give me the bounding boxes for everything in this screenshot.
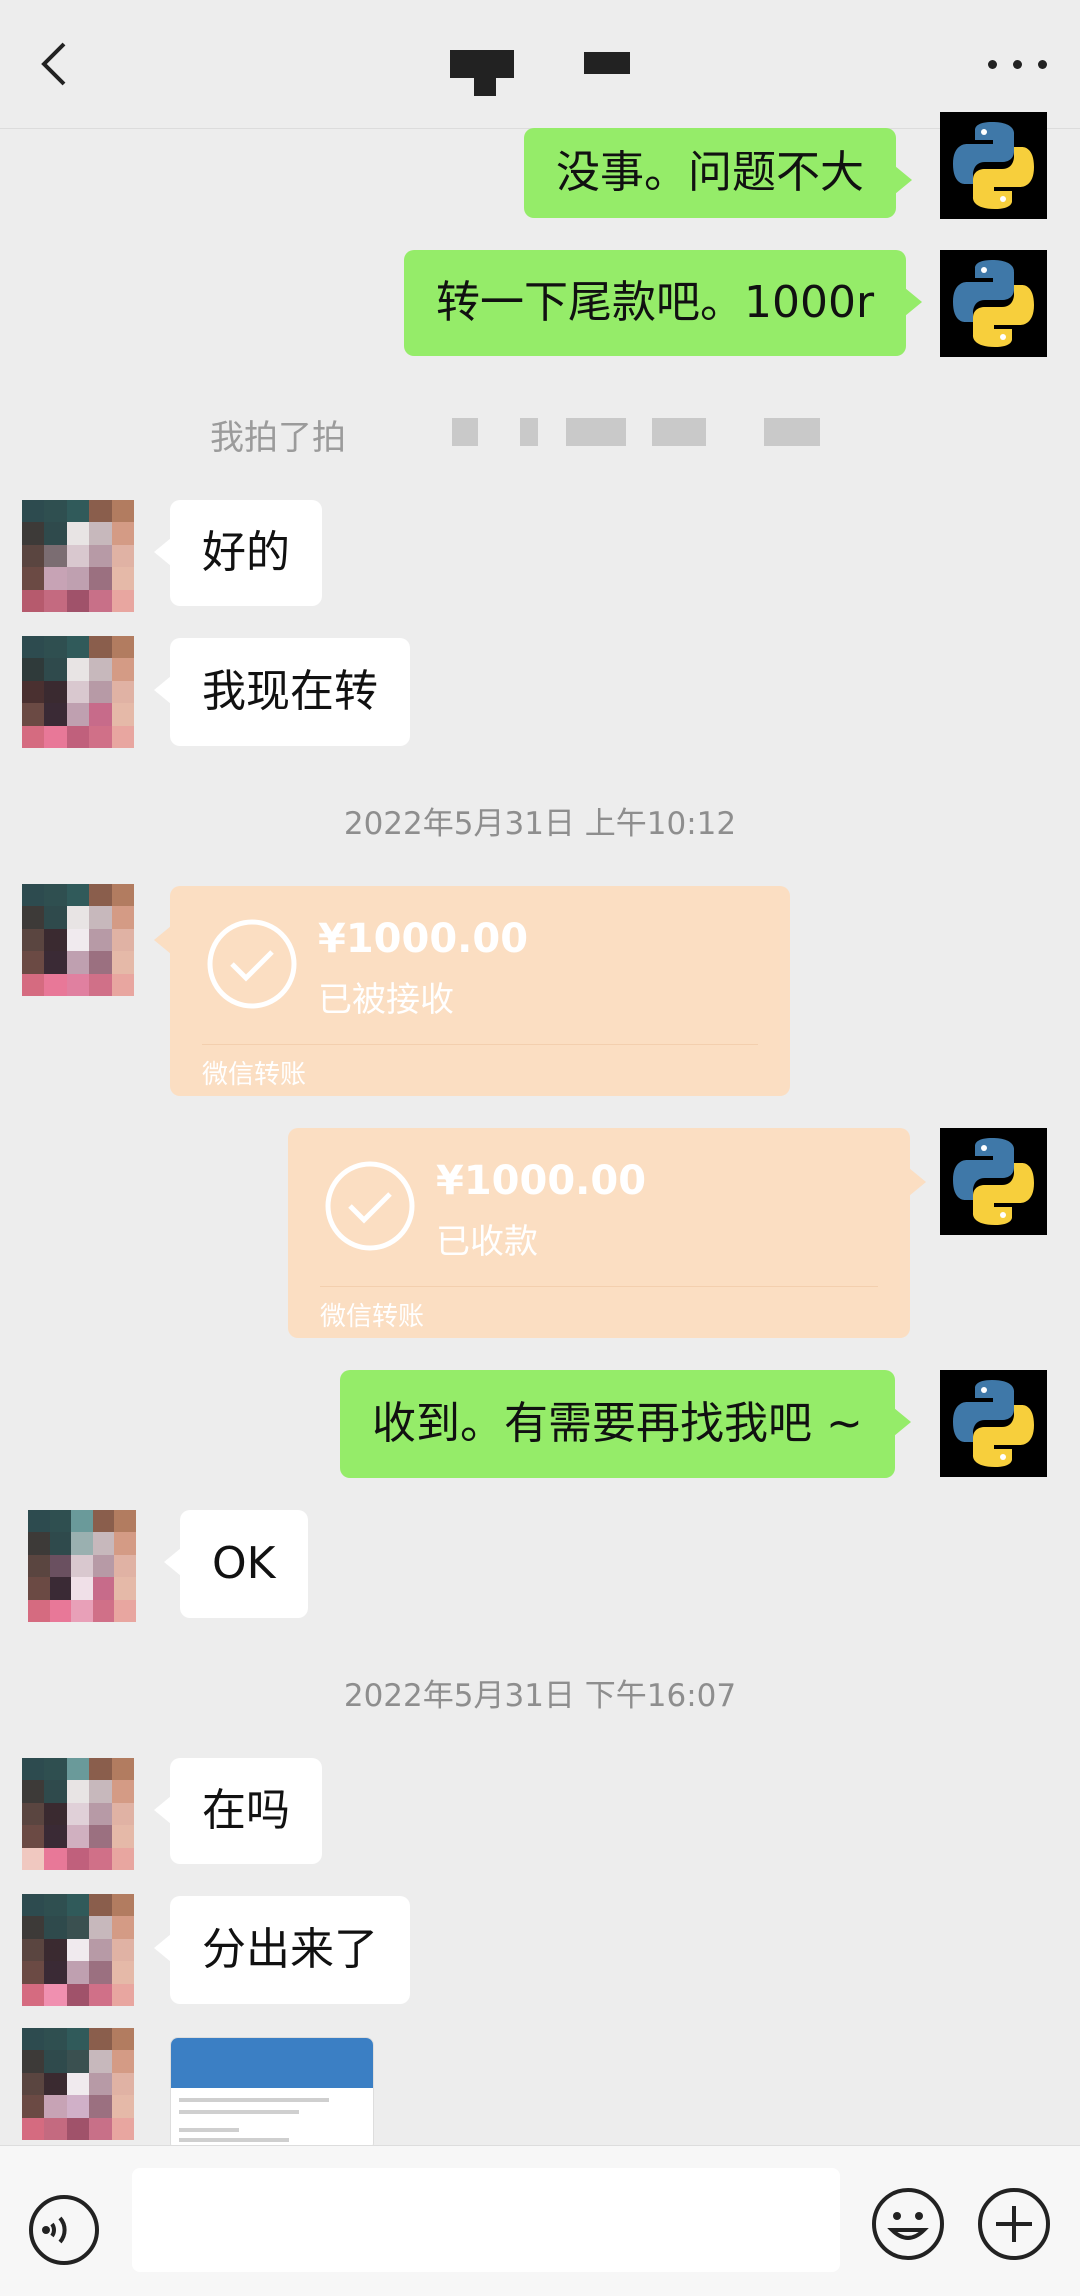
smiley-icon [872, 2188, 944, 2260]
python-logo-icon [953, 1380, 1034, 1467]
message-text: 转一下尾款吧。1000r [436, 277, 875, 328]
transfer-amount: ¥1000.00 [318, 916, 529, 962]
transfer-source: 微信转账 [320, 1302, 425, 1332]
message-bubble-sent[interactable]: 收到。有需要再找我吧 ~ [340, 1370, 911, 1478]
message-bubble-received[interactable]: 在吗 [154, 1758, 322, 1864]
my-avatar[interactable] [940, 112, 1047, 219]
back-button[interactable] [32, 36, 88, 92]
message-text: 没事。问题不大 [556, 147, 864, 198]
check-circle-icon [207, 919, 297, 1009]
timestamp: 2022年5月31日 下午16:07 [343, 1678, 737, 1714]
message-bubble-sent[interactable]: 转一下尾款吧。1000r [404, 250, 923, 356]
transfer-amount: ¥1000.00 [436, 1158, 647, 1204]
transfer-divider [320, 1286, 878, 1287]
contact-avatar[interactable] [22, 636, 134, 748]
message-text: 我现在转 [202, 666, 378, 717]
timestamp: 2022年5月31日 上午10:12 [343, 806, 737, 842]
chevron-left-icon [41, 42, 66, 86]
my-avatar[interactable] [940, 1128, 1047, 1235]
plus-circle-icon [978, 2188, 1050, 2260]
message-text: 好的 [202, 527, 290, 578]
contact-avatar[interactable] [22, 500, 134, 612]
message-bubble-received[interactable]: 好的 [154, 500, 322, 606]
transfer-divider [202, 1044, 758, 1045]
message-text: 在吗 [202, 1785, 290, 1836]
system-note: 我拍了拍 [210, 418, 346, 458]
more-button[interactable] [988, 40, 1048, 88]
my-avatar[interactable] [940, 1370, 1047, 1477]
message-bubble-sent[interactable]: 没事。问题不大 [524, 128, 912, 218]
message-text: 分出来了 [202, 1924, 378, 1975]
transfer-status: 已被接收 [318, 980, 454, 1020]
transfer-source: 微信转账 [202, 1060, 307, 1090]
top-bar [0, 0, 1080, 129]
emoji-button[interactable] [870, 2186, 946, 2262]
contact-avatar[interactable] [28, 1510, 136, 1622]
contact-avatar[interactable] [22, 1758, 134, 1870]
my-avatar[interactable] [940, 250, 1047, 357]
input-bar [0, 2145, 1080, 2296]
more-actions-button[interactable] [976, 2186, 1052, 2262]
message-text: 收到。有需要再找我吧 ~ [372, 1398, 863, 1449]
image-message-thumbnail[interactable] [170, 2037, 374, 2151]
message-input[interactable] [132, 2168, 840, 2272]
contact-avatar[interactable] [22, 2028, 134, 2140]
python-logo-icon [953, 122, 1034, 209]
thumbnail-header [171, 2038, 373, 2088]
message-bubble-received[interactable]: OK [164, 1510, 308, 1618]
python-logo-icon [953, 260, 1034, 347]
voice-button[interactable] [28, 2194, 100, 2266]
transfer-card-received[interactable]: ¥1000.00 已被接收 微信转账 [154, 886, 790, 1096]
contact-avatar[interactable] [22, 1894, 134, 2006]
transfer-card-sent[interactable]: ¥1000.00 已收款 微信转账 [288, 1128, 926, 1338]
transfer-status: 已收款 [436, 1222, 538, 1262]
message-bubble-received[interactable]: 分出来了 [154, 1896, 410, 2004]
python-logo-icon [953, 1138, 1034, 1225]
message-text: OK [212, 1538, 276, 1589]
check-circle-icon [325, 1161, 415, 1251]
voice-icon [29, 2195, 99, 2265]
contact-avatar[interactable] [22, 884, 134, 996]
message-bubble-received[interactable]: 我现在转 [154, 638, 410, 746]
